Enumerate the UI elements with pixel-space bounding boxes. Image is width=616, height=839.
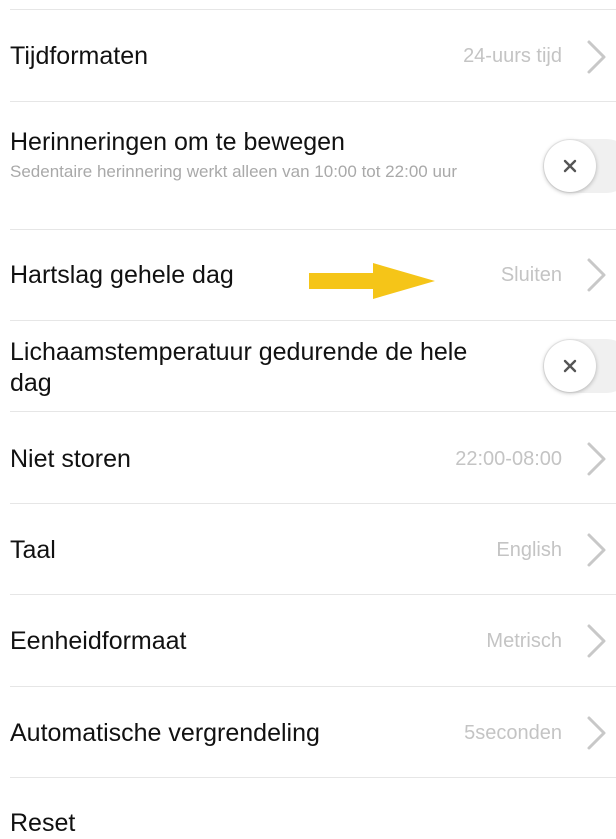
move-reminder-label: Herinneringen om te bewegen [10,128,345,156]
divider [10,9,616,10]
divider [10,686,616,687]
divider [10,777,616,778]
divider [10,101,616,102]
divider [10,594,616,595]
heart-rate-value: Sluiten [500,264,562,286]
chevron-right-icon [587,258,606,292]
auto-lock-label: Automatische vergrendeling [10,719,320,747]
move-reminder-description: Sedentaire herinnering werkt alleen van … [10,162,458,181]
language-label: Taal [10,536,56,564]
divider [10,320,616,321]
divider [10,411,616,412]
do-not-disturb-value: 22:00-08:00 [455,448,562,470]
time-format-label: Tijdformaten [10,42,149,70]
unit-format-label: Eenheidformaat [10,627,187,655]
toggle-knob [544,340,596,392]
move-reminder-toggle[interactable] [543,139,616,193]
unit-format-value: Metrisch [486,630,562,652]
do-not-disturb-label: Niet storen [10,445,131,473]
chevron-right-icon [587,533,606,567]
language-value: English [496,539,562,561]
chevron-right-icon [587,624,606,658]
heart-rate-label: Hartslag gehele dag [10,261,234,289]
close-x-icon [563,159,577,173]
divider [10,229,616,230]
reset-label: Reset [10,809,76,837]
close-x-icon [563,359,577,373]
chevron-right-icon [587,442,606,476]
time-format-value: 24-uurs tijd [463,45,562,67]
chevron-right-icon [587,716,606,750]
toggle-knob [544,140,596,192]
body-temperature-toggle[interactable] [543,339,616,393]
divider [10,503,616,504]
body-temperature-label: Lichaamstemperatuur gedurende de hele da… [10,338,468,397]
auto-lock-value: 5seconden [464,722,562,744]
yellow-arrow-annotation-icon [309,263,435,299]
chevron-right-icon [587,40,606,74]
